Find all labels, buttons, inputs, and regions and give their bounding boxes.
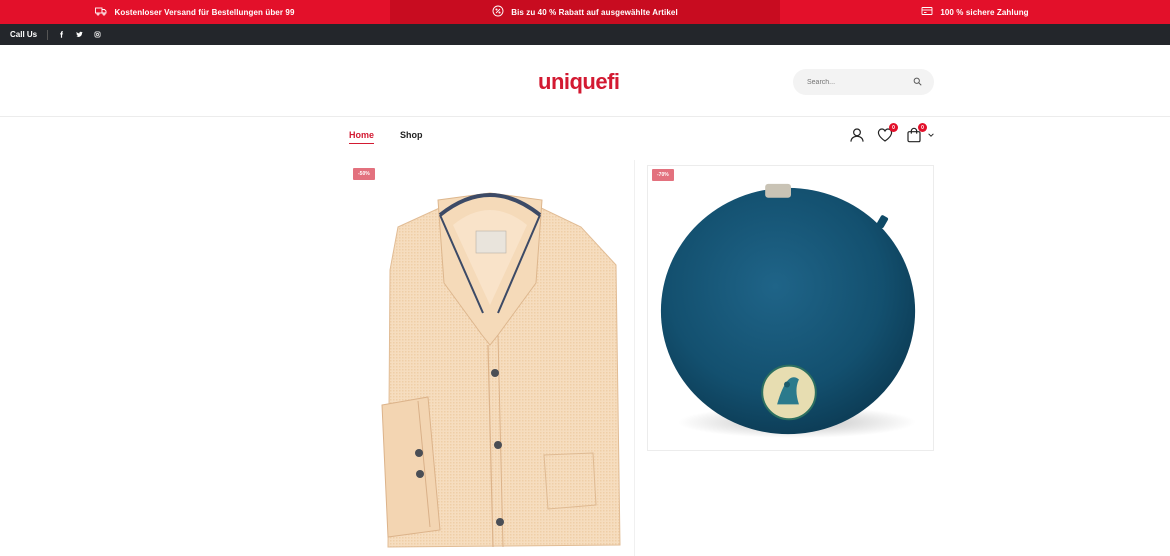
main-nav: Home Shop 0 0 (0, 118, 1170, 156)
nav-link-shop[interactable]: Shop (400, 130, 423, 140)
promo-text: Bis zu 40 % Rabatt auf ausgewählte Artik… (511, 7, 678, 17)
site-header: uniquefi (0, 45, 1170, 117)
promo-bar: Kostenloser Versand für Bestellungen übe… (0, 0, 1170, 24)
product-image-dress-shirt[interactable] (348, 165, 633, 556)
search-icon[interactable] (913, 73, 922, 91)
promo-item-shipping: Kostenloser Versand für Bestellungen übe… (0, 0, 390, 24)
wishlist-button[interactable]: 0 (877, 123, 898, 143)
call-us-link[interactable]: Call Us (10, 30, 37, 39)
chevron-down-icon[interactable] (928, 132, 934, 138)
search-bar[interactable] (793, 69, 934, 95)
twitter-icon[interactable] (76, 31, 83, 38)
truck-icon (95, 5, 107, 19)
product-card[interactable]: -50% (348, 165, 633, 556)
instagram-icon[interactable] (94, 31, 101, 38)
site-logo[interactable]: uniquefi (538, 69, 620, 95)
promo-item-discount: Bis zu 40 % Rabatt auf ausgewählte Artik… (390, 0, 780, 24)
search-input[interactable] (807, 78, 913, 86)
discount-badge: -50% (353, 168, 375, 180)
product-card[interactable]: -70% (647, 165, 934, 451)
divider (47, 29, 49, 40)
promo-text: 100 % sichere Zahlung (940, 7, 1029, 17)
discount-icon (492, 5, 504, 19)
cart-count-badge: 0 (918, 123, 927, 132)
column-divider (634, 160, 635, 556)
promo-item-payment: 100 % sichere Zahlung (780, 0, 1170, 24)
wishlist-count-badge: 0 (889, 123, 898, 132)
cart-button[interactable]: 0 (906, 123, 927, 143)
top-bar: Call Us (0, 24, 1170, 45)
nav-link-home[interactable]: Home (349, 130, 375, 144)
discount-badge: -70% (652, 169, 674, 181)
secure-payment-icon (921, 5, 933, 19)
promo-text: Kostenloser Versand für Bestellungen übe… (114, 7, 295, 17)
product-image-round-cushion[interactable] (648, 166, 933, 450)
account-icon[interactable] (849, 127, 865, 143)
facebook-icon[interactable] (58, 31, 65, 38)
